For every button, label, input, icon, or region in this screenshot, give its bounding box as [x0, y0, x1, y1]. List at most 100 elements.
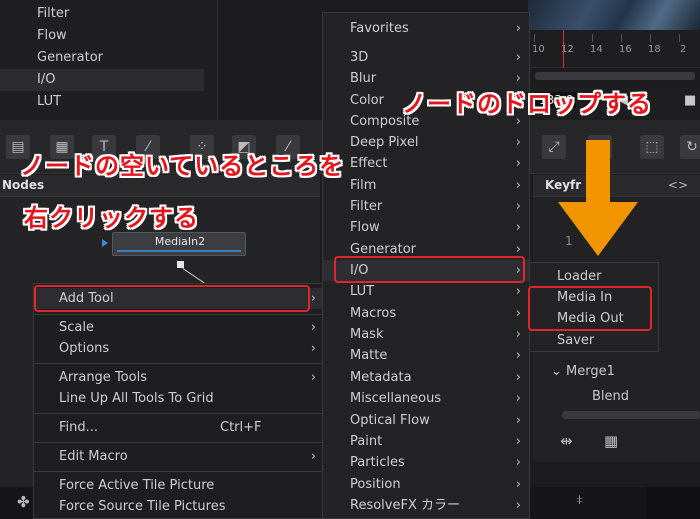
keyframe-spread-icon[interactable]: ⇹ — [560, 432, 573, 450]
chevron-right-icon: › — [515, 498, 521, 513]
fairlight-page-icon[interactable]: ⧧ — [576, 492, 583, 508]
node-label: MediaIn2 — [154, 235, 206, 248]
resolve-logo-icon[interactable]: ✤ — [17, 493, 30, 511]
chevron-right-icon: › — [515, 327, 521, 342]
annotation-right-click-line1: ノードの空いているところを — [20, 152, 345, 180]
menu-item-find[interactable]: Find... Ctrl+F — [34, 417, 324, 438]
chevron-right-icon: › — [515, 477, 521, 492]
submenu-optical-flow[interactable]: Optical Flow › — [323, 410, 529, 431]
rotate-icon[interactable]: ↻ — [680, 135, 700, 159]
menu-item-arrange-tools[interactable]: Arrange Tools › — [34, 367, 324, 388]
chevron-right-icon: › — [515, 284, 521, 299]
submenu-3d[interactable]: 3D › — [323, 47, 529, 68]
submenu-deep-pixel[interactable]: Deep Pixel › — [323, 132, 529, 153]
node-input-arrow-icon[interactable] — [102, 239, 108, 247]
menu-item-options[interactable]: Options › — [34, 338, 324, 359]
chevron-right-icon: › — [515, 391, 521, 406]
category-io[interactable]: I/O — [0, 69, 204, 91]
chevron-down-icon[interactable]: ⌄ — [551, 364, 562, 379]
ruler-tick: 16 — [619, 44, 632, 55]
tool-category-list: Filter Flow Generator I/O LUT — [0, 0, 218, 120]
node-mediain2[interactable]: MediaIn2 — [112, 232, 246, 256]
chevron-right-icon: › — [515, 455, 521, 470]
chevron-right-icon: › — [515, 370, 521, 385]
submenu-position[interactable]: Position › — [323, 474, 529, 495]
category-lut[interactable]: LUT — [0, 91, 204, 113]
annotation-drop-node: ノードのドロップする — [402, 90, 652, 118]
category-generator[interactable]: Generator — [0, 47, 204, 69]
highlight-io — [334, 256, 525, 283]
shortcut-label: Ctrl+F — [220, 420, 262, 435]
down-arrow-icon — [558, 140, 638, 256]
chevron-right-icon: › — [310, 341, 316, 356]
scrub-bar[interactable] — [535, 72, 695, 80]
timeline-ruler[interactable]: 10 12 14 16 18 2 — [528, 30, 700, 68]
stop-icon[interactable]: ■ — [684, 93, 696, 108]
submenu-mask[interactable]: Mask › — [323, 324, 529, 345]
submenu-filter[interactable]: Filter › — [323, 196, 529, 217]
ruler-tick: 14 — [590, 44, 603, 55]
chevron-right-icon: › — [310, 449, 316, 464]
ruler-mark — [534, 34, 535, 42]
chevron-right-icon: › — [515, 220, 521, 235]
submenu-resolvefx-color[interactable]: ResolveFX カラー › — [323, 495, 529, 516]
chevron-right-icon: › — [515, 434, 521, 449]
playhead[interactable] — [563, 30, 564, 68]
submenu-miscellaneous[interactable]: Miscellaneous › — [323, 388, 529, 409]
submenu-flow[interactable]: Flow › — [323, 217, 529, 238]
chevron-right-icon: › — [515, 199, 521, 214]
ruler-mark — [621, 34, 622, 42]
highlight-media-in-out — [528, 286, 652, 331]
keyframe-track-label: Merge1 — [566, 364, 615, 379]
category-filter[interactable]: Filter — [0, 3, 204, 25]
chevron-right-icon: › — [515, 135, 521, 150]
menu-separator — [34, 314, 324, 315]
chevron-right-icon: › — [515, 306, 521, 321]
submenu-paint[interactable]: Paint › — [323, 431, 529, 452]
node-status-bar — [117, 250, 241, 252]
submenu-matte[interactable]: Matte › — [323, 345, 529, 366]
chevron-right-icon: › — [515, 156, 521, 171]
menu-item-force-source-tiles[interactable]: Force Source Tile Pictures — [34, 496, 324, 517]
menu-separator — [34, 413, 324, 414]
keyframe-scroll-track[interactable] — [562, 411, 700, 419]
ruler-tick: 10 — [532, 44, 545, 55]
ruler-tick: 18 — [648, 44, 661, 55]
category-flow[interactable]: Flow — [0, 25, 204, 47]
menu-item-line-up-tools[interactable]: Line Up All Tools To Grid — [34, 388, 324, 409]
submenu-lut[interactable]: LUT › — [323, 281, 529, 302]
node-output-port[interactable] — [177, 261, 184, 268]
io-item-saver[interactable]: Saver — [530, 330, 658, 351]
fit-frame-icon[interactable]: ⬚ — [640, 135, 664, 159]
submenu-favorites[interactable]: Favorites › — [323, 18, 529, 39]
annotation-right-click-line2: 右クリックする — [24, 204, 199, 232]
page-tab-segment[interactable] — [646, 487, 700, 519]
highlight-add-tool — [34, 285, 310, 312]
keyframe-spreadsheet-icon[interactable]: ▦ — [604, 432, 618, 450]
ruler-mark — [679, 34, 680, 42]
chevron-right-icon: › — [310, 291, 316, 306]
submenu-effect[interactable]: Effect › — [323, 153, 529, 174]
expand-collapse-icon[interactable]: <> — [668, 178, 688, 192]
chevron-right-icon: › — [310, 320, 316, 335]
submenu-film[interactable]: Film › — [323, 175, 529, 196]
menu-separator — [34, 471, 324, 472]
keyframe-param-blend[interactable]: Blend — [592, 389, 629, 404]
menu-item-edit-macro[interactable]: Edit Macro › — [34, 446, 324, 467]
submenu-macros[interactable]: Macros › — [323, 303, 529, 324]
menu-separator — [34, 442, 324, 443]
chevron-right-icon: › — [310, 370, 316, 385]
menu-separator — [34, 363, 324, 364]
chevron-right-icon: › — [515, 50, 521, 65]
menu-item-force-active-tile[interactable]: Force Active Tile Picture — [34, 475, 324, 496]
chevron-right-icon: › — [515, 413, 521, 428]
submenu-metadata[interactable]: Metadata › — [323, 367, 529, 388]
keyframe-track-merge1[interactable]: ⌄ Merge1 — [551, 364, 615, 379]
node-context-menu: Add Tool › Scale › Options › Arrange Tools ›… — [33, 283, 324, 519]
ruler-tick: 2 — [680, 44, 687, 55]
chevron-right-icon: › — [515, 21, 521, 36]
menu-item-scale[interactable]: Scale › — [34, 317, 324, 338]
submenu-particles[interactable]: Particles › — [323, 452, 529, 473]
chevron-right-icon: › — [515, 348, 521, 363]
io-item-loader[interactable]: Loader — [530, 266, 658, 287]
